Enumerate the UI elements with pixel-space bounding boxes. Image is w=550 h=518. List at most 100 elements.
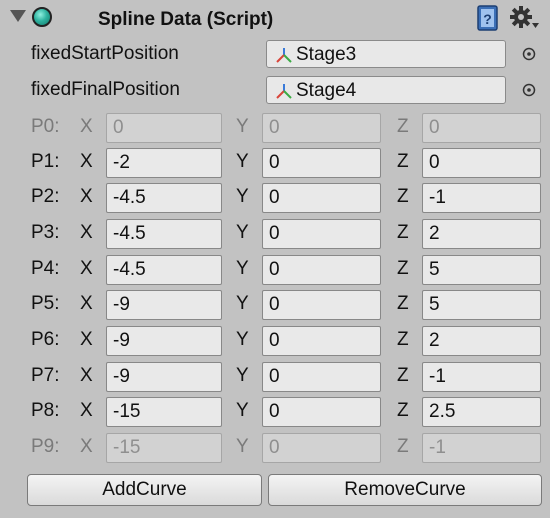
- z-field[interactable]: 5: [422, 255, 541, 285]
- x-field[interactable]: -4.5: [106, 219, 222, 249]
- remove-curve-button[interactable]: RemoveCurve: [268, 474, 542, 506]
- point-label: P5:: [31, 293, 60, 314]
- point-label: P1:: [31, 151, 60, 172]
- y-field[interactable]: 0: [262, 148, 381, 178]
- y-field[interactable]: 0: [262, 183, 381, 213]
- component-title: Spline Data (Script): [98, 9, 274, 30]
- gear-icon[interactable]: [510, 5, 540, 31]
- point-row-p1: P1: X -2 Y 0 Z 0: [0, 146, 550, 180]
- z-field[interactable]: 2: [422, 219, 541, 249]
- axis-label-y: Y: [236, 365, 249, 386]
- add-curve-button[interactable]: AddCurve: [27, 474, 262, 506]
- x-field: 0: [106, 113, 222, 143]
- y-field[interactable]: 0: [262, 255, 381, 285]
- axis-label-x: X: [80, 400, 93, 421]
- axis-label-z: Z: [397, 151, 409, 172]
- axis-label-z: Z: [397, 258, 409, 279]
- axis-label-z: Z: [397, 365, 409, 386]
- point-row-p9: P9: X -15 Y 0 Z -1: [0, 431, 550, 465]
- z-field: 0: [422, 113, 541, 143]
- x-field: -15: [106, 433, 222, 463]
- point-row-p8: P8: X -15 Y 0 Z 2.5: [0, 395, 550, 429]
- z-field: -1: [422, 433, 541, 463]
- object-name: Stage4: [296, 80, 357, 101]
- field-label: fixedStartPosition: [31, 43, 179, 64]
- point-label: P3:: [31, 222, 60, 243]
- axis-label-x: X: [80, 222, 93, 243]
- z-field[interactable]: 2: [422, 326, 541, 356]
- axis-label-z: Z: [397, 400, 409, 421]
- point-row-p4: P4: X -4.5 Y 0 Z 5: [0, 253, 550, 287]
- y-field[interactable]: 0: [262, 397, 381, 427]
- x-field[interactable]: -9: [106, 290, 222, 320]
- transform-icon: [276, 84, 292, 99]
- axis-label-y: Y: [236, 151, 249, 172]
- axis-label-x: X: [80, 436, 93, 457]
- object-picker-icon[interactable]: [522, 83, 536, 97]
- axis-label-z: Z: [397, 436, 409, 457]
- axis-label-z: Z: [397, 329, 409, 350]
- object-field[interactable]: Stage3: [266, 40, 506, 68]
- axis-label-x: X: [80, 258, 93, 279]
- axis-label-y: Y: [236, 400, 249, 421]
- axis-label-y: Y: [236, 116, 249, 137]
- axis-label-y: Y: [236, 293, 249, 314]
- axis-label-y: Y: [236, 329, 249, 350]
- point-label: P7:: [31, 365, 60, 386]
- axis-label-y: Y: [236, 186, 249, 207]
- z-field[interactable]: 2.5: [422, 397, 541, 427]
- help-book-icon[interactable]: ?: [477, 5, 499, 31]
- object-name: Stage3: [296, 44, 357, 65]
- axis-label-x: X: [80, 116, 93, 137]
- axis-label-z: Z: [397, 186, 409, 207]
- x-field[interactable]: -15: [106, 397, 222, 427]
- x-field[interactable]: -2: [106, 148, 222, 178]
- axis-label-x: X: [80, 293, 93, 314]
- axis-label-y: Y: [236, 258, 249, 279]
- point-row-p6: P6: X -9 Y 0 Z 2: [0, 324, 550, 358]
- y-field[interactable]: 0: [262, 219, 381, 249]
- object-field[interactable]: Stage4: [266, 76, 506, 104]
- point-label: P6:: [31, 329, 60, 350]
- spline-data-inspector: Spline Data (Script) ? fixedStartPositio…: [0, 0, 550, 518]
- y-field: 0: [262, 433, 381, 463]
- point-row-p0: P0: X 0 Y 0 Z 0: [0, 111, 550, 145]
- point-row-p7: P7: X -9 Y 0 Z -1: [0, 360, 550, 394]
- axis-label-x: X: [80, 365, 93, 386]
- z-field[interactable]: 0: [422, 148, 541, 178]
- axis-label-x: X: [80, 186, 93, 207]
- axis-label-z: Z: [397, 293, 409, 314]
- axis-label-x: X: [80, 329, 93, 350]
- object-picker-icon[interactable]: [522, 47, 536, 61]
- z-field[interactable]: -1: [422, 362, 541, 392]
- component-header: Spline Data (Script) ?: [0, 0, 550, 38]
- point-label: P2:: [31, 186, 60, 207]
- point-label: P0:: [31, 116, 60, 137]
- axis-label-y: Y: [236, 436, 249, 457]
- x-field[interactable]: -9: [106, 362, 222, 392]
- z-field[interactable]: 5: [422, 290, 541, 320]
- x-field[interactable]: -4.5: [106, 255, 222, 285]
- component-icon: [32, 7, 52, 27]
- point-row-p5: P5: X -9 Y 0 Z 5: [0, 288, 550, 322]
- y-field[interactable]: 0: [262, 326, 381, 356]
- transform-icon: [276, 48, 292, 63]
- x-field[interactable]: -4.5: [106, 183, 222, 213]
- field-label: fixedFinalPosition: [31, 79, 180, 100]
- point-label: P8:: [31, 400, 60, 421]
- point-label: P4:: [31, 258, 60, 279]
- z-field[interactable]: -1: [422, 183, 541, 213]
- y-field[interactable]: 0: [262, 290, 381, 320]
- axis-label-x: X: [80, 151, 93, 172]
- point-row-p3: P3: X -4.5 Y 0 Z 2: [0, 217, 550, 251]
- y-field: 0: [262, 113, 381, 143]
- axis-label-y: Y: [236, 222, 249, 243]
- axis-label-z: Z: [397, 222, 409, 243]
- point-row-p2: P2: X -4.5 Y 0 Z -1: [0, 181, 550, 215]
- x-field[interactable]: -9: [106, 326, 222, 356]
- axis-label-z: Z: [397, 116, 409, 137]
- foldout-arrow-icon[interactable]: [10, 10, 26, 22]
- svg-text:?: ?: [483, 11, 492, 27]
- y-field[interactable]: 0: [262, 362, 381, 392]
- point-label: P9:: [31, 436, 60, 457]
